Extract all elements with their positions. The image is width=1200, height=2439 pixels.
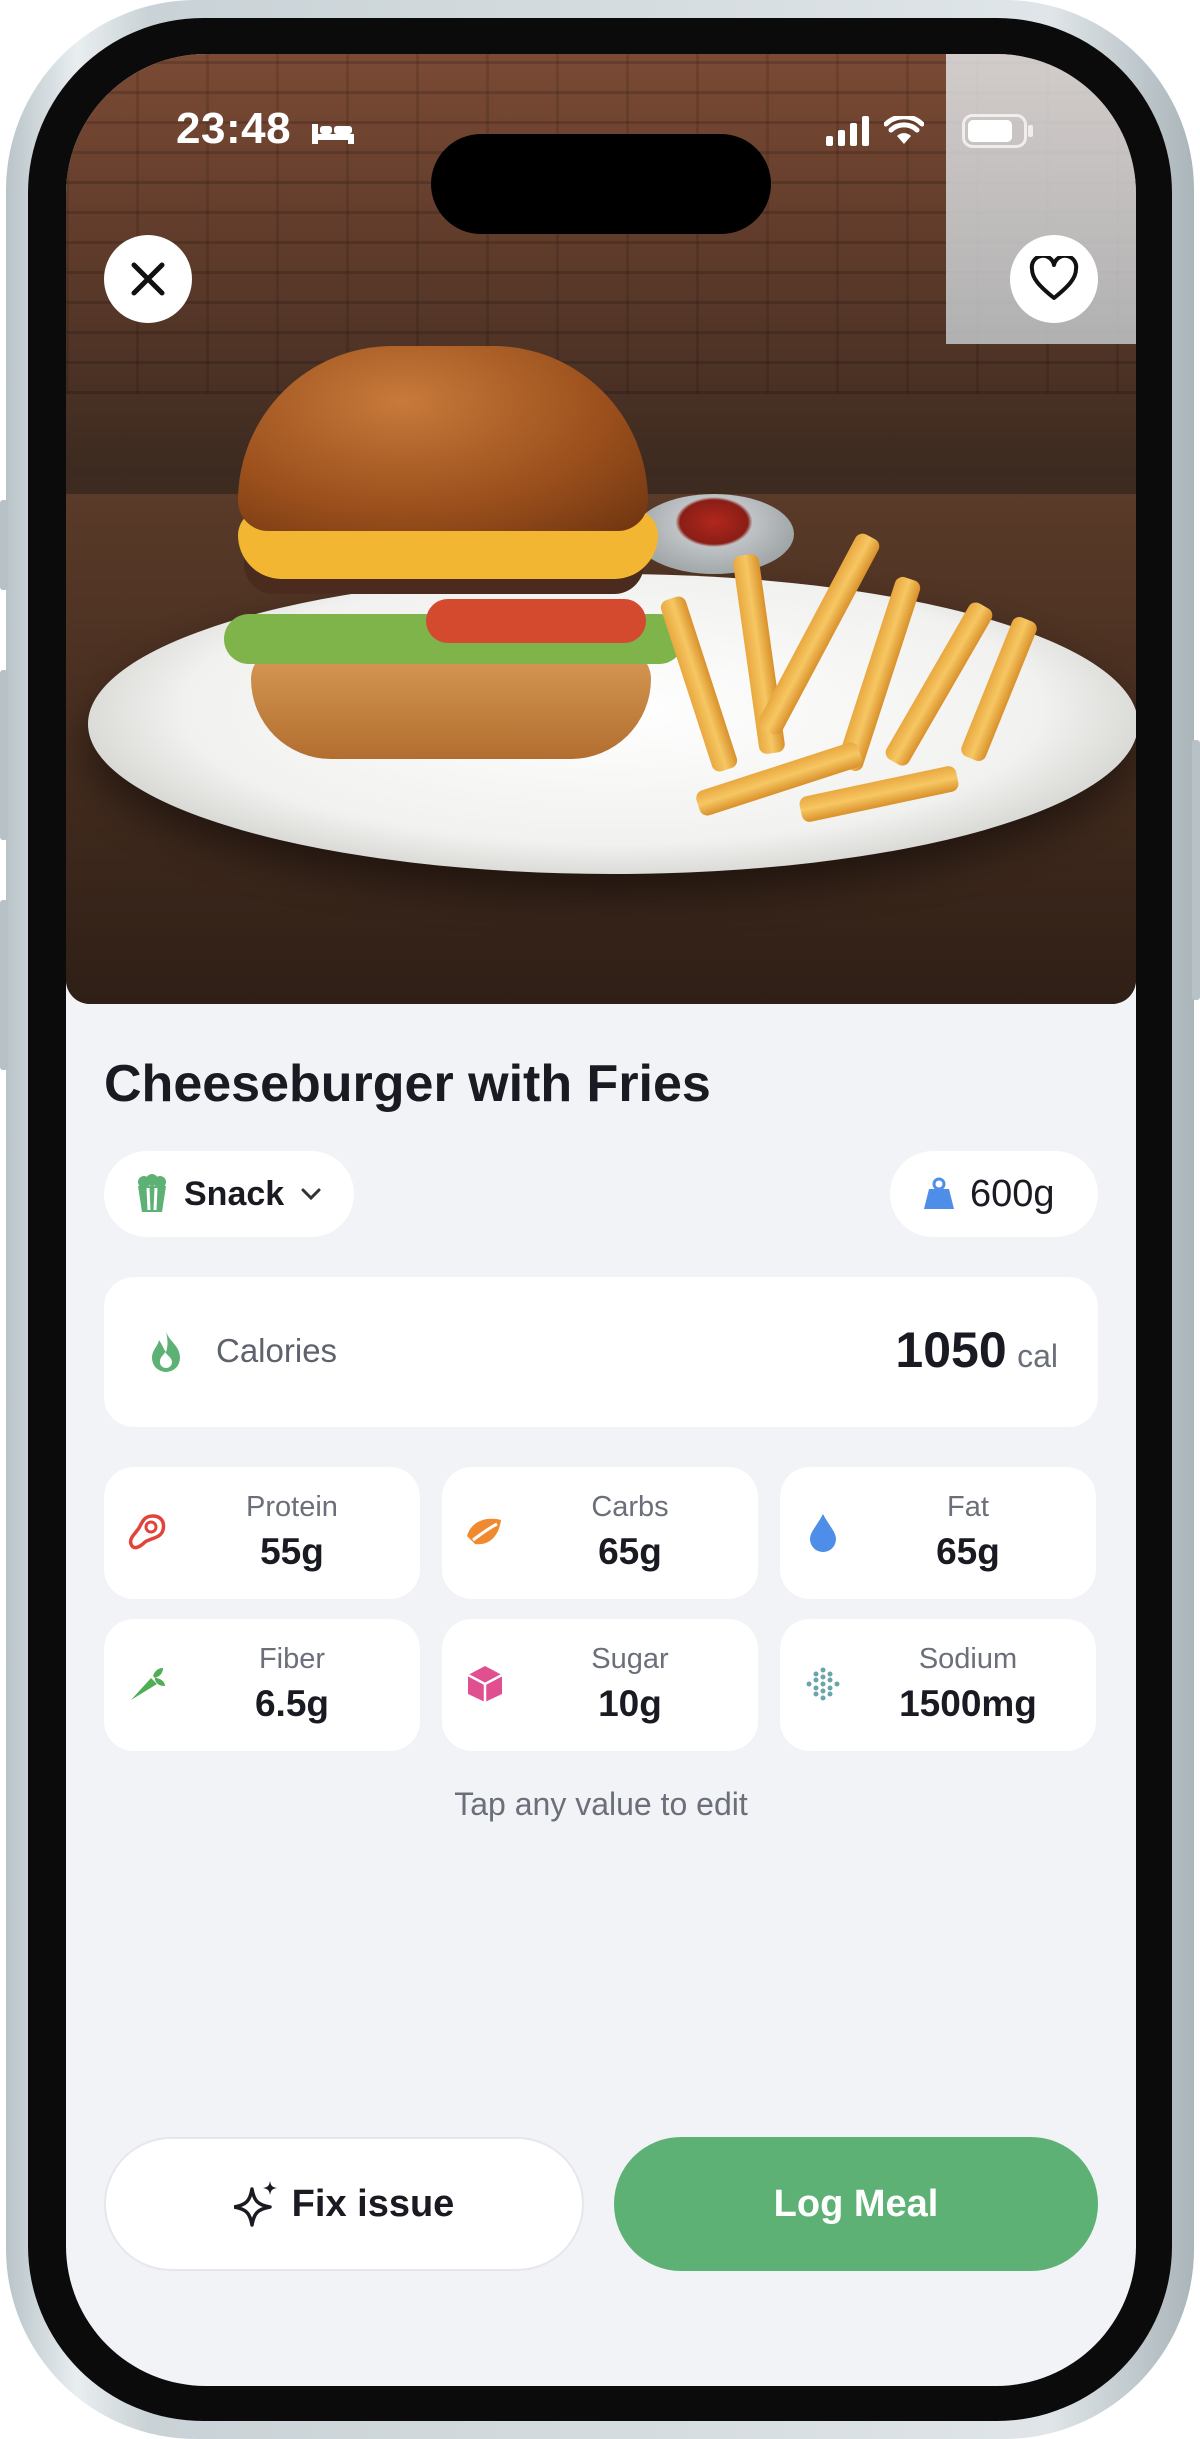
nutrient-value: 6.5g <box>254 1683 330 1724</box>
nutrient-label: Sugar <box>591 1643 669 1675</box>
app-screen: 23:48 Cheeseburger with Fries Snack 600g… <box>66 54 1136 2386</box>
flame-icon <box>152 1332 180 1372</box>
meal-type-dropdown[interactable]: Snack <box>104 1151 354 1237</box>
close-button[interactable] <box>104 235 192 323</box>
volume-up-button <box>0 670 8 840</box>
nutrient-tile-sugar[interactable]: Sugar 10g <box>442 1619 758 1751</box>
nutrient-tile-sodium[interactable]: Sodium 1500mg <box>780 1619 1096 1751</box>
nutrient-tile-protein[interactable]: Protein 55g <box>104 1467 420 1599</box>
heart-icon <box>1029 256 1079 300</box>
close-icon <box>131 262 165 296</box>
calories-card[interactable]: Calories 1050 cal <box>104 1277 1098 1427</box>
action-button <box>0 500 8 590</box>
meal-type-label: Snack <box>184 1174 285 1213</box>
volume-down-button <box>0 900 8 1070</box>
tomato <box>426 599 646 643</box>
nutrient-tile-carbs[interactable]: Carbs 65g <box>442 1467 758 1599</box>
chevron-down-icon <box>301 1188 321 1201</box>
popcorn-icon <box>138 1174 166 1212</box>
battery-icon <box>962 114 1033 148</box>
sleep-bed-icon <box>311 124 354 145</box>
nutrient-tile-fat[interactable]: Fat 65g <box>780 1467 1096 1599</box>
fix-issue-label: Fix issue <box>291 2182 455 2225</box>
nutrient-label: Sodium <box>918 1643 1018 1675</box>
nutrient-value: 65g <box>936 1531 1000 1572</box>
power-button <box>1192 740 1200 1000</box>
wifi-icon <box>884 116 924 144</box>
nutrient-value: 65g <box>598 1531 662 1572</box>
calories-label: Calories <box>216 1332 338 1369</box>
log-meal-label: Log Meal <box>773 2182 939 2225</box>
steak-icon <box>126 1511 168 1553</box>
leaf-icon <box>464 1511 506 1553</box>
weight-icon <box>924 1177 954 1209</box>
carrot-icon <box>126 1663 168 1705</box>
weight-pill[interactable]: 600g <box>890 1151 1098 1237</box>
fix-issue-button[interactable]: Fix issue <box>104 2137 584 2271</box>
dynamic-island <box>431 134 771 234</box>
favorite-button[interactable] <box>1010 235 1098 323</box>
sparkle-icon <box>233 2181 277 2227</box>
meal-title[interactable]: Cheeseburger with Fries <box>104 1054 711 1114</box>
drop-icon <box>802 1511 844 1553</box>
weight-value: 600g <box>970 1172 1055 1215</box>
cellular-signal-icon <box>826 116 869 146</box>
status-time: 23:48 <box>176 104 356 154</box>
salt-icon <box>802 1663 844 1705</box>
nutrient-tile-fiber[interactable]: Fiber 6.5g <box>104 1619 420 1751</box>
nutrient-label: Protein <box>246 1491 338 1523</box>
calories-value: 1050 <box>895 1322 1007 1378</box>
edit-hint: Tap any value to edit <box>454 1786 748 1822</box>
cube-icon <box>464 1663 506 1705</box>
nutrient-value: 55g <box>260 1531 324 1572</box>
ketchup-cup <box>634 494 794 574</box>
nutrient-value: 10g <box>598 1683 662 1724</box>
log-meal-button[interactable]: Log Meal <box>614 2137 1098 2271</box>
calories-unit: cal <box>1017 1338 1058 1374</box>
nutrient-label: Fat <box>947 1491 989 1523</box>
calories-readout: 1050 cal <box>895 1321 1058 1379</box>
bun-bottom <box>251 649 651 759</box>
nutrient-value: 1500mg <box>899 1683 1037 1724</box>
status-time-text: 23:48 <box>176 104 292 153</box>
nutrient-label: Carbs <box>591 1491 669 1523</box>
status-bar: 23:48 <box>66 104 1136 234</box>
nutrient-label: Fiber <box>258 1643 326 1675</box>
